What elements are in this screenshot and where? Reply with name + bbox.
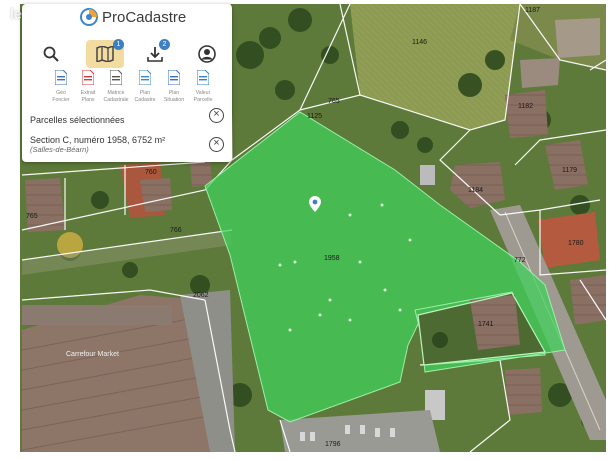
- doc-plan-cadastre-button[interactable]: Plan Cadastre: [132, 69, 158, 104]
- procadastre-panel: ProCadastre 1 2 Géo Foncier Extrait Plan…: [22, 4, 232, 162]
- parcel-entry-description: Section C, numéro 1958, 6752 m²: [30, 135, 166, 145]
- clear-selection-close-icon[interactable]: ×: [209, 108, 224, 123]
- document-icon: [167, 69, 181, 86]
- map-badge: 1: [113, 39, 124, 50]
- app-name: ProCadastre: [102, 8, 187, 26]
- document-icon: [196, 69, 210, 86]
- doc-label: Plans: [81, 96, 95, 103]
- parcel-label: 765: [26, 213, 38, 220]
- parcel-label: 1184: [468, 187, 483, 194]
- parcel-label: 2062: [193, 292, 209, 299]
- doc-label: Cadastrale: [103, 96, 129, 103]
- download-badge: 2: [159, 39, 170, 50]
- parcel-entry-commune: (Salles-de-Béarn): [30, 145, 89, 154]
- doc-label: Extrait: [80, 90, 96, 96]
- selected-parcels-header: Parcelles sélectionnées ×: [30, 108, 226, 126]
- parcel-label: 760: [145, 169, 157, 176]
- parcel-label: 1796: [325, 441, 341, 448]
- remove-parcel-close-icon[interactable]: ×: [209, 137, 224, 152]
- search-button[interactable]: [36, 40, 66, 68]
- parcel-label: 772: [514, 257, 526, 264]
- doc-label: Parcelle: [193, 96, 213, 103]
- parcel-label: 1741: [478, 321, 494, 328]
- parcel-label: 766: [170, 227, 182, 234]
- parcel-label: 1958: [324, 255, 340, 262]
- search-icon: [43, 46, 59, 62]
- map-icon: [96, 46, 114, 62]
- doc-label: Situation: [163, 96, 185, 103]
- doc-label: Géo: [56, 90, 66, 96]
- doc-label: Matrice: [107, 90, 125, 96]
- poi-label: Carrefour Market: [66, 351, 119, 358]
- parcel-label: 1780: [568, 240, 584, 247]
- doc-extrait-plans-button[interactable]: Extrait Plans: [75, 69, 101, 104]
- doc-geo-foncier-button[interactable]: Géo Foncier: [48, 69, 74, 104]
- map-button[interactable]: 1: [86, 39, 124, 68]
- location-pin-icon[interactable]: [309, 196, 321, 212]
- brand: ProCadastre: [80, 8, 186, 26]
- doc-label: Cadastre: [134, 96, 156, 103]
- procadastre-logo-icon: [80, 8, 98, 26]
- doc-label: Foncier: [52, 96, 70, 103]
- parcel-entry[interactable]: Section C, numéro 1958, 6752 m² (Salles-…: [30, 135, 226, 159]
- doc-label: Plan: [139, 90, 151, 96]
- parcel-label: 1179: [562, 167, 577, 174]
- doc-label: Plan: [168, 90, 180, 96]
- doc-plan-situation-button[interactable]: Plan Situation: [161, 69, 187, 104]
- toolbar: 1 2: [22, 39, 232, 68]
- parcel-label: 1146: [412, 39, 427, 46]
- document-icon: [109, 69, 123, 86]
- documents-bar: Géo Foncier Extrait Plans Matrice Cadast…: [42, 69, 222, 104]
- parcel-label: 1187: [525, 7, 540, 14]
- doc-valeur-parcelle-button[interactable]: Valeur Parcelle: [190, 69, 216, 104]
- account-button[interactable]: [192, 40, 222, 68]
- selected-parcels-title: Parcelles sélectionnées: [30, 115, 125, 125]
- download-button[interactable]: 2: [140, 39, 170, 68]
- user-icon: [198, 45, 216, 63]
- doc-matrice-button[interactable]: Matrice Cadastrale: [103, 69, 129, 104]
- parcel-label: 1125: [307, 113, 322, 120]
- doc-label: Valeur: [195, 90, 211, 96]
- document-icon: [54, 69, 68, 86]
- parcel-label: 1182: [518, 103, 533, 110]
- document-icon: [138, 69, 152, 86]
- document-icon: [81, 69, 95, 86]
- parcel-label: 765: [328, 98, 340, 105]
